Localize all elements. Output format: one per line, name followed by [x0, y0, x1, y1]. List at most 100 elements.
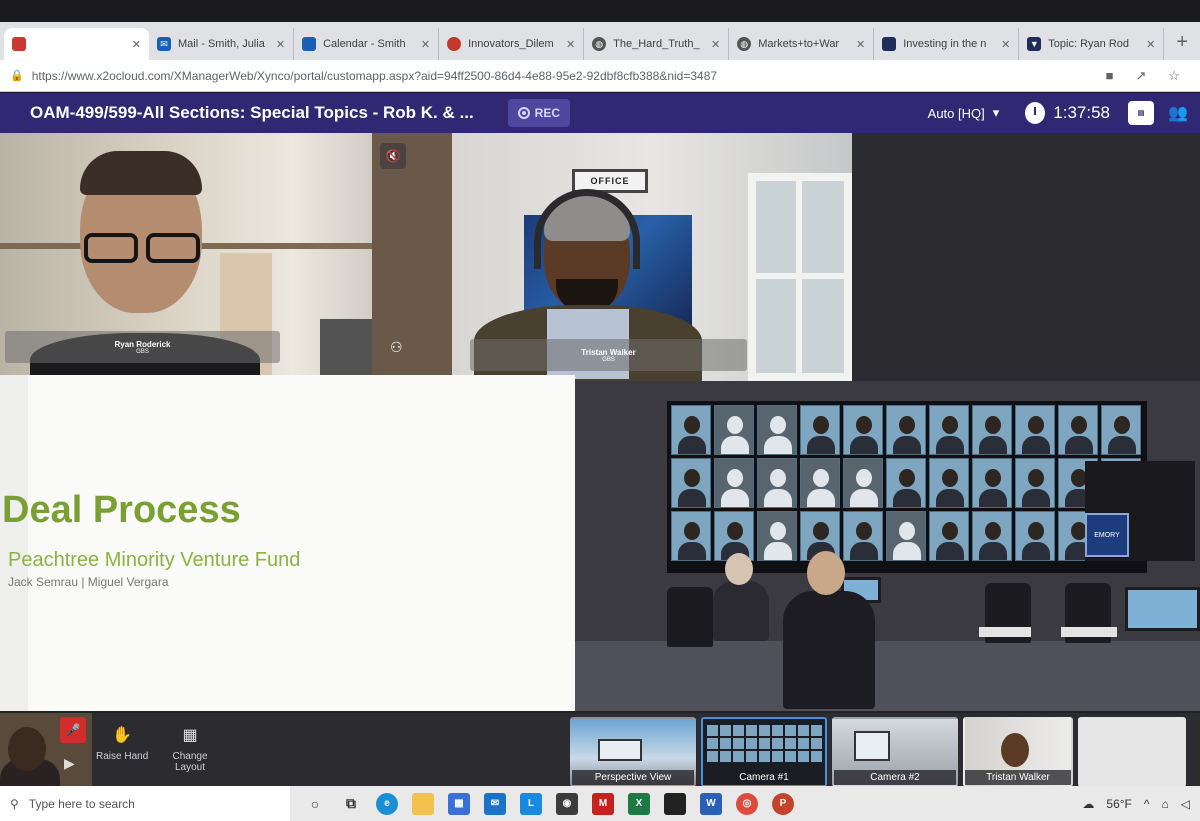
tile-person-head [727, 469, 743, 487]
video-wall-tile [1015, 405, 1055, 455]
tile-person-head [856, 522, 872, 540]
mini-tile [707, 738, 718, 749]
mini-tile [772, 751, 783, 762]
record-button[interactable]: REC [507, 99, 571, 127]
tile-person-head [985, 469, 1001, 487]
address-bar[interactable]: 🔒 https://www.x2ocloud.com/XManagerWeb/X… [0, 60, 1200, 92]
document-icon [447, 37, 462, 51]
participant-org: GBS [136, 348, 149, 355]
timer-value: 1:37:58 [1053, 103, 1110, 122]
browser-tab-1[interactable]: ✕ [4, 28, 150, 60]
tile-person-body [764, 542, 792, 560]
video-wall-tile [757, 511, 797, 561]
close-icon[interactable]: ✕ [566, 38, 575, 51]
excel-icon[interactable]: X [628, 792, 650, 815]
tile-person-head [727, 416, 743, 434]
tab-label: The_Hard_Truth_ [613, 38, 700, 50]
tile-person-head [942, 469, 958, 487]
participants-icon[interactable]: 👥 [1166, 101, 1190, 125]
calendar-icon [302, 37, 317, 51]
tile-person-head [813, 469, 829, 487]
l-app-icon[interactable]: L [520, 792, 542, 815]
close-icon[interactable]: ✕ [1001, 38, 1010, 51]
layout-icon: ▦ [182, 726, 198, 744]
camera-icon[interactable]: ■ [1106, 68, 1114, 84]
empty-video-area [852, 133, 1200, 381]
network-icon[interactable]: ⌂ [1162, 797, 1169, 811]
task-view-icon[interactable]: ⧉ [340, 793, 362, 815]
view-camera-2[interactable]: Camera #2 [832, 717, 958, 787]
url-text[interactable]: https://www.x2ocloud.com/XManagerWeb/Xyn… [32, 69, 717, 83]
tile-person-head [770, 469, 786, 487]
tile-person-body [979, 489, 1007, 507]
mail-icon[interactable]: ✉ [484, 792, 506, 815]
edge-icon[interactable]: e [376, 792, 398, 815]
view-tristan-walker[interactable]: Tristan Walker [963, 717, 1073, 787]
tile-person-body [936, 436, 964, 454]
tile-person-body [678, 436, 706, 454]
video-wall-tile [1015, 511, 1055, 561]
tab-label: Calendar - Smith [323, 38, 406, 50]
browser-tab-7[interactable]: Investing in the n ✕ [874, 28, 1020, 60]
word-icon[interactable]: W [700, 792, 722, 815]
tile-person-body [721, 489, 749, 507]
view-camera-1[interactable]: Camera #1 [701, 717, 827, 787]
close-icon[interactable]: ✕ [711, 38, 720, 51]
folder-icon[interactable] [412, 792, 434, 815]
mic-mute-button[interactable]: 🎤 [60, 717, 86, 743]
taskbar-search[interactable]: ⚲ Type here to search [0, 786, 290, 821]
view-empty[interactable] [1078, 717, 1186, 787]
participant-tile-tristan[interactable]: OFFICE Tristan Walker GBS [452, 133, 852, 381]
doorway [372, 133, 452, 375]
weather-icon: ☁ [1082, 796, 1095, 811]
tile-person-head [1028, 469, 1044, 487]
quality-select[interactable]: Auto [HQ] ▾ [928, 105, 1000, 121]
camera-app-icon[interactable]: ◉ [556, 792, 578, 815]
chair [667, 587, 713, 647]
user-check-icon[interactable]: ⚇ [390, 339, 403, 356]
camera-toggle-icon[interactable]: ▶ [64, 755, 75, 772]
chrome-icon[interactable]: ◎ [736, 792, 758, 815]
video-wall-tile [671, 511, 711, 561]
powerpoint-icon[interactable]: P [772, 792, 794, 815]
tile-person-head [813, 522, 829, 540]
browser-tab-6[interactable]: ◍ Markets+to+War ✕ [729, 28, 875, 60]
raise-hand-button[interactable]: ✋ Raise Hand [96, 725, 148, 762]
slide-authors: Jack Semrau | Miguel Vergara [8, 575, 169, 589]
mini-tile [759, 725, 770, 736]
share-icon[interactable]: ↗ [1135, 68, 1146, 84]
tile-person-head [684, 522, 700, 540]
session-title: OAM-499/599-All Sections: Special Topics… [30, 103, 474, 122]
tile-person-body [979, 436, 1007, 454]
close-icon[interactable]: ✕ [1146, 38, 1155, 51]
tile-person-body [678, 489, 706, 507]
mcafee-icon[interactable]: M [592, 792, 614, 815]
video-wall-tile [671, 458, 711, 508]
browser-tab-2[interactable]: ✉ Mail - Smith, Julia ✕ [149, 28, 295, 60]
new-tab-button[interactable]: + [1164, 31, 1200, 60]
volume-icon[interactable]: ◁ [1181, 797, 1190, 811]
view-perspective[interactable]: Perspective View [570, 717, 696, 787]
sticky-notes-icon[interactable] [664, 792, 686, 815]
close-icon[interactable]: ✕ [856, 38, 865, 51]
globe-icon: ◍ [737, 37, 752, 51]
temperature[interactable]: 56°F [1106, 797, 1131, 811]
close-icon[interactable]: ✕ [421, 38, 430, 51]
participant-tile-ryan[interactable]: Ryan Roderick GBS 🔇 ⚇ [0, 133, 452, 375]
browser-tab-3[interactable]: Calendar - Smith ✕ [294, 28, 440, 60]
video-wall-tile [886, 511, 926, 561]
close-icon[interactable]: ✕ [276, 38, 285, 51]
mail-icon: ✉ [157, 37, 172, 51]
close-icon[interactable]: ✕ [132, 38, 141, 51]
star-icon[interactable]: ☆ [1168, 68, 1180, 84]
tray-up-icon[interactable]: ^ [1144, 797, 1150, 811]
change-layout-button[interactable]: ▦ Change Layout [168, 725, 212, 773]
logo-badge-icon[interactable]: ▤ [1128, 101, 1154, 125]
browser-tab-4[interactable]: Innovators_Dilem ✕ [439, 28, 585, 60]
tile-person-head [1114, 416, 1130, 434]
browser-tab-8[interactable]: ▼ Topic: Ryan Rod ✕ [1019, 28, 1165, 60]
store-icon[interactable]: ▦ [448, 792, 470, 815]
cortana-icon[interactable]: ○ [304, 793, 326, 815]
video-wall-tile [757, 458, 797, 508]
browser-tab-5[interactable]: ◍ The_Hard_Truth_ ✕ [584, 28, 730, 60]
